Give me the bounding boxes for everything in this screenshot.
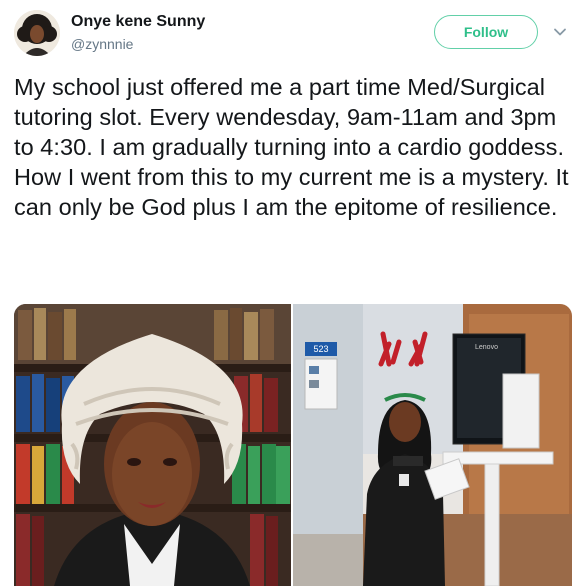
chevron-down-icon[interactable] xyxy=(552,24,568,40)
tweet-header: Onye kene Sunny @zynnnie Follow xyxy=(0,0,574,64)
room-sign-number: 523 xyxy=(313,344,328,354)
photo-lawyer-portrait[interactable] xyxy=(14,304,291,586)
media-grid: 523 Lenovo xyxy=(14,304,572,586)
author-name[interactable]: Onye kene Sunny xyxy=(71,13,205,31)
tweet-text: My school just offered me a part time Me… xyxy=(14,74,569,220)
author-handle[interactable]: @zynnnie xyxy=(71,36,133,52)
avatar[interactable] xyxy=(14,10,60,56)
follow-button[interactable]: Follow xyxy=(434,15,538,49)
photo-hospital-workstation[interactable]: 523 Lenovo xyxy=(293,304,572,586)
monitor-brand: Lenovo xyxy=(475,344,498,351)
